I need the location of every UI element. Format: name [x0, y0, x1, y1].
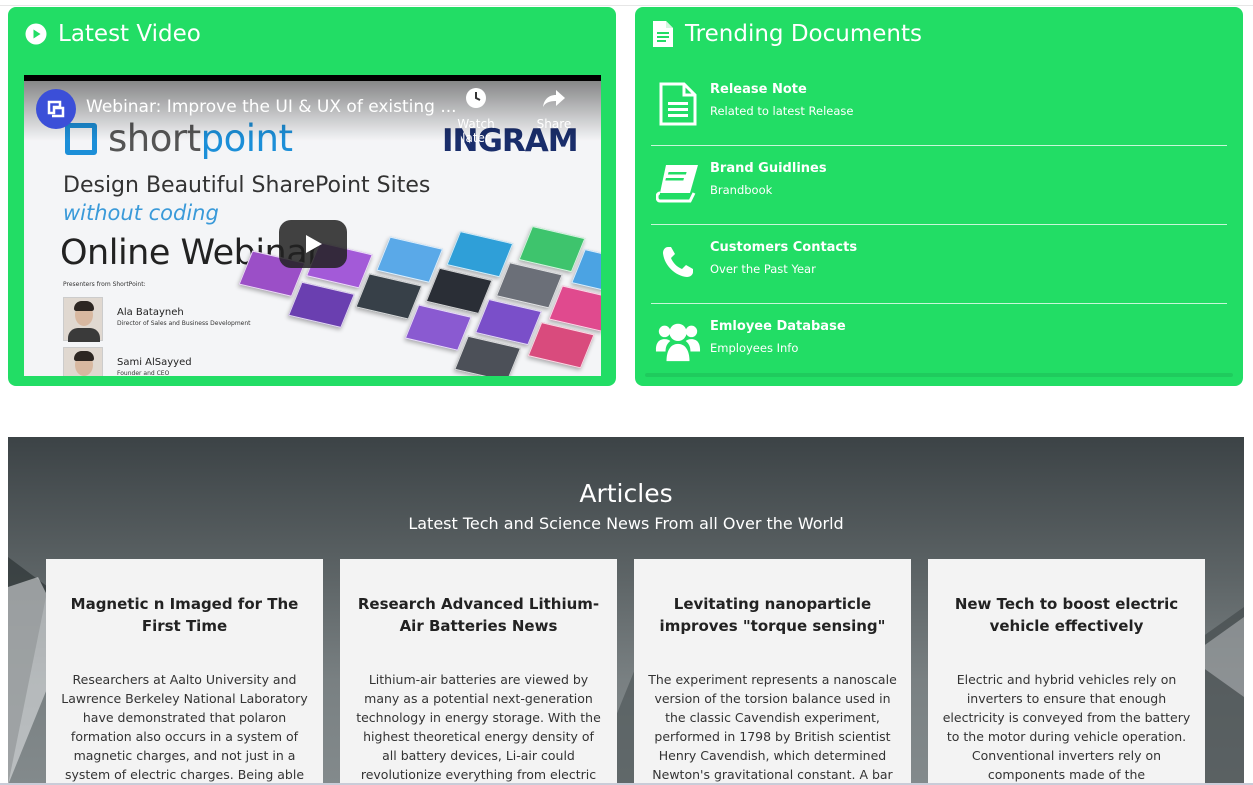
- article-title[interactable]: Magnetic n Imaged for The First Time: [60, 593, 309, 637]
- document-item-customers-contacts[interactable]: Customers Contacts Over the Past Year: [651, 225, 1227, 304]
- document-title: Emloyee Database: [710, 319, 846, 334]
- article-title[interactable]: New Tech to boost electric vehicle effec…: [942, 593, 1191, 637]
- play-icon: [306, 235, 322, 253]
- watch-later-button[interactable]: Watch later: [446, 87, 506, 145]
- clock-icon: [466, 88, 486, 108]
- channel-logo-icon: [47, 100, 65, 118]
- play-button[interactable]: [279, 220, 347, 268]
- articles-subtitle: Latest Tech and Science News From all Ov…: [408, 514, 844, 533]
- latest-video-heading: Latest Video: [24, 21, 201, 47]
- thumbnail-tagline: without coding: [63, 201, 219, 225]
- list-shadow: [645, 373, 1233, 377]
- channel-avatar[interactable]: [36, 89, 76, 129]
- article-card[interactable]: Levitating nanoparticle improves "torque…: [634, 559, 911, 785]
- document-subtitle: Over the Past Year: [710, 262, 816, 276]
- presenter-name: Sami AlSayyed: [117, 357, 192, 368]
- document-title: Customers Contacts: [710, 240, 858, 255]
- presenters-label: Presenters from ShortPoint:: [63, 281, 146, 288]
- article-title[interactable]: Levitating nanoparticle improves "torque…: [648, 593, 897, 637]
- avatar: [63, 347, 103, 376]
- latest-video-title: Latest Video: [58, 21, 201, 47]
- presenter-name: Ala Batayneh: [117, 307, 184, 318]
- article-excerpt: Electric and hybrid vehicles rely on inv…: [942, 672, 1191, 782]
- article-excerpt: Lithium-air batteries are viewed by many…: [356, 672, 601, 782]
- users-icon: [655, 318, 701, 364]
- share-arrow-icon: [543, 90, 565, 107]
- document-subtitle: Related to latest Release: [710, 104, 854, 118]
- book-icon: [655, 160, 701, 206]
- video-title[interactable]: Webinar: Improve the UI & UX of existing…: [86, 97, 457, 117]
- article-card[interactable]: Research Advanced Lithium-Air Batteries …: [340, 559, 617, 785]
- articles-section: Articles Latest Tech and Science News Fr…: [8, 437, 1244, 785]
- document-icon: [655, 81, 701, 127]
- article-card[interactable]: New Tech to boost electric vehicle effec…: [928, 559, 1205, 785]
- document-item-release-note[interactable]: Release Note Related to latest Release: [651, 67, 1227, 146]
- trending-documents-panel: Trending Documents Release Note Related …: [635, 7, 1243, 386]
- play-circle-icon: [24, 22, 48, 46]
- document-title: Brand Guidlines: [710, 161, 827, 176]
- document-item-brand-guidelines[interactable]: Brand Guidlines Brandbook: [651, 146, 1227, 225]
- file-icon: [651, 21, 675, 47]
- article-card[interactable]: Magnetic n Imaged for The First Time Res…: [46, 559, 323, 785]
- document-subtitle: Employees Info: [710, 341, 799, 355]
- presenter: Ala Batayneh Director of Sales and Busin…: [63, 297, 263, 342]
- trending-documents-heading: Trending Documents: [651, 21, 922, 47]
- article-title[interactable]: Research Advanced Lithium-Air Batteries …: [354, 593, 603, 637]
- document-title: Release Note: [710, 82, 807, 97]
- avatar: [63, 297, 103, 342]
- documents-list: Release Note Related to latest Release B…: [651, 67, 1227, 383]
- video-player[interactable]: shortpoint INGRAM Design Beautiful Share…: [24, 75, 601, 376]
- articles-title: Articles: [579, 479, 673, 508]
- trending-documents-title: Trending Documents: [685, 21, 922, 47]
- watch-later-label: Watch later: [457, 117, 495, 145]
- latest-video-panel: Latest Video shortpoint INGRAM Design Be…: [8, 7, 616, 386]
- document-item-employee-database[interactable]: Emloyee Database Employees Info: [651, 304, 1227, 383]
- phone-icon: [655, 239, 701, 285]
- article-excerpt: The experiment represents a nanoscale ve…: [648, 672, 897, 782]
- share-button[interactable]: Share: [524, 87, 584, 131]
- presenter-role: Director of Sales and Business Developme…: [117, 320, 251, 327]
- document-subtitle: Brandbook: [710, 183, 773, 197]
- presenter-role: Founder and CEO: [117, 370, 170, 376]
- share-label: Share: [536, 117, 572, 131]
- top-divider: [0, 5, 1253, 6]
- article-excerpt: Researchers at Aalto University and Lawr…: [61, 672, 308, 782]
